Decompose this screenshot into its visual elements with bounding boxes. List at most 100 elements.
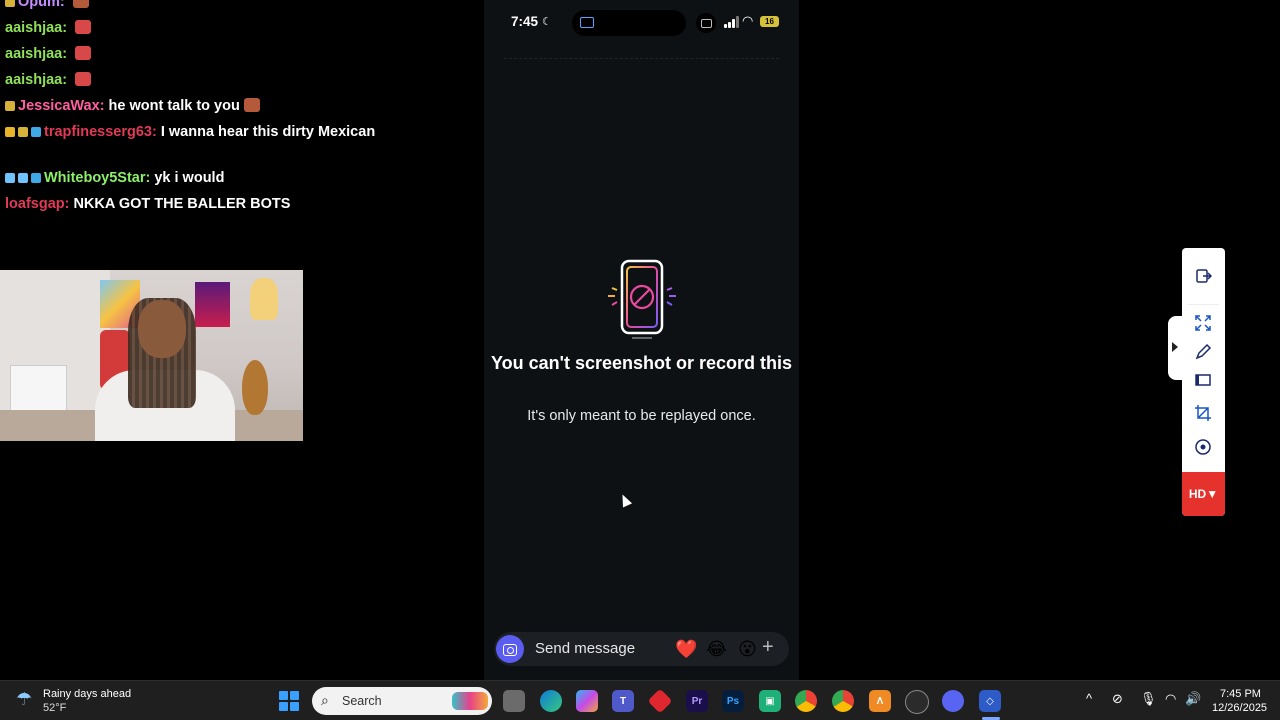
window-icon[interactable]: [1192, 369, 1214, 391]
chat-message: Whiteboy5Star: yk i would: [5, 168, 445, 188]
chat-username: aaishjaa:: [5, 20, 68, 36]
search-highlight-icon: [452, 692, 488, 710]
emote-icon: [75, 72, 92, 86]
chat-message: aaishjaa:: [5, 44, 445, 64]
chat-username: Opum:: [18, 0, 65, 10]
chat-username: aaishjaa:: [5, 72, 68, 88]
wow-reaction-button[interactable]: 😮: [738, 638, 757, 660]
chat-text: NKKA GOT THE BALLER BOTS: [73, 196, 291, 212]
faint-header: [504, 58, 779, 67]
chat-message: aaishjaa:: [5, 18, 445, 38]
red-app-icon[interactable]: [647, 688, 673, 714]
fullscreen-icon[interactable]: [1192, 312, 1214, 334]
exit-icon[interactable]: [1192, 265, 1214, 287]
status-time: 7:45: [511, 14, 539, 29]
crown-badge-icon: [5, 127, 15, 137]
crop-icon[interactable]: [1192, 402, 1214, 424]
copilot-icon[interactable]: [576, 690, 598, 712]
mirror-app-icon[interactable]: ◇: [979, 690, 1001, 712]
toolbar-collapse-button[interactable]: [1168, 316, 1182, 380]
blocked-subtitle: It's only meant to be replayed once.: [527, 408, 756, 424]
microphone-icon[interactable]: 🎙: [1140, 691, 1157, 707]
blocked-title: You can't screenshot or record this: [490, 353, 793, 373]
pen-icon[interactable]: [1192, 341, 1214, 363]
camera-button[interactable]: [496, 635, 524, 663]
chat-message: trapfinesserg63: I wanna hear this dirty …: [5, 122, 445, 142]
cam-guitar: [242, 360, 268, 415]
gem-badge-icon: [31, 173, 41, 183]
message-composer: Send message ❤️ 😂 😮 +: [494, 632, 789, 666]
search-placeholder: Search: [342, 694, 382, 708]
weather-temp[interactable]: 52°F: [43, 702, 66, 714]
chrome-profile-icon[interactable]: [832, 690, 854, 712]
emote-icon: [75, 20, 92, 34]
camera-off-icon[interactable]: ⊘: [1112, 691, 1123, 707]
record-icon[interactable]: [1192, 436, 1214, 458]
weather-rain-icon[interactable]: ☂: [16, 689, 38, 711]
heart-reaction-button[interactable]: ❤️: [675, 638, 697, 660]
chat-message: aaishjaa:: [5, 70, 445, 90]
moon-icon: ☾: [542, 16, 552, 28]
screen: Opum: aaishjaa: aaishjaa: aaishjaa: Jess…: [0, 0, 1280, 720]
premiere-icon[interactable]: Pr: [686, 690, 708, 712]
taskbar-time[interactable]: 7:45 PM: [1220, 688, 1261, 700]
cam-person-head: [138, 300, 186, 358]
edge-icon[interactable]: [540, 690, 562, 712]
teams-icon[interactable]: T: [612, 690, 634, 712]
taskbar: ☂ Rainy days ahead 52°F ⌕ Search T Pr Ps…: [0, 680, 1280, 720]
chat-username: trapfinesserg63:: [44, 124, 157, 140]
webcam-feed: [0, 270, 303, 441]
sub-badge-icon: [5, 101, 15, 111]
screen-mirror-icon: [580, 17, 594, 28]
chat-text: yk i would: [154, 170, 225, 186]
chat-message: Opum:: [5, 0, 445, 12]
start-button[interactable]: [279, 691, 299, 711]
emote-icon: [75, 46, 92, 60]
weather-title[interactable]: Rainy days ahead: [43, 688, 131, 700]
streamlabs-icon[interactable]: ▣: [759, 690, 781, 712]
sub-badge-icon: [5, 0, 15, 7]
gift-badge-icon: [18, 173, 28, 183]
photoshop-icon[interactable]: Ps: [722, 690, 744, 712]
toolbar-divider: [1188, 304, 1219, 305]
chat-text: I wanna hear this dirty Mexican: [160, 124, 376, 140]
status-bar: 7:45 ☾ ◠ 16: [484, 0, 799, 46]
signal-icon: [724, 16, 740, 28]
wifi-icon[interactable]: ◠: [1165, 691, 1176, 707]
chat-username: Whiteboy5Star:: [44, 170, 151, 186]
send-message-input[interactable]: Send message: [535, 640, 635, 657]
volume-icon[interactable]: 🔊: [1185, 691, 1201, 707]
laugh-reaction-button[interactable]: 😂: [706, 638, 727, 660]
chevron-up-icon[interactable]: ^: [1086, 691, 1092, 706]
chat-message: JessicaWax: he wont talk to you: [5, 96, 445, 116]
task-view-icon[interactable]: [503, 690, 525, 712]
cam-sticker: [250, 278, 278, 320]
phone-screen: 7:45 ☾ ◠ 16 You can't screenshot or reco…: [484, 0, 799, 680]
taskbar-search[interactable]: ⌕ Search: [312, 687, 492, 715]
more-reactions-button[interactable]: +: [762, 636, 774, 659]
battery-icon: 16: [760, 16, 779, 27]
emote-icon: [243, 98, 260, 112]
cam-poster: [195, 282, 230, 327]
orange-app-icon[interactable]: Λ: [869, 690, 891, 712]
emote-icon: [72, 0, 89, 8]
screen-mirroring-icon: [696, 13, 716, 33]
chat-username: loafsgap:: [5, 196, 70, 212]
no-screenshot-icon: [608, 259, 676, 339]
taskbar-date[interactable]: 12/26/2025: [1212, 702, 1267, 714]
chrome-icon[interactable]: [795, 690, 817, 712]
obs-icon[interactable]: [905, 690, 929, 714]
chat-username: JessicaWax:: [18, 98, 105, 114]
dynamic-island: [572, 10, 686, 36]
chat-message: loafsgap: NKKA GOT THE BALLER BOTS: [5, 194, 445, 214]
wifi-icon: ◠: [742, 13, 754, 28]
sub-badge-icon: [18, 127, 28, 137]
sword-badge-icon: [5, 173, 15, 183]
discord-icon[interactable]: [942, 690, 964, 712]
chat-text: he wont talk to you: [108, 98, 240, 114]
capture-toolbar: HD▼: [1182, 248, 1225, 516]
search-icon: ⌕: [321, 692, 329, 708]
chat-username: aaishjaa:: [5, 46, 68, 62]
gem-badge-icon: [31, 127, 41, 137]
hd-quality-button[interactable]: HD▼: [1182, 472, 1225, 516]
